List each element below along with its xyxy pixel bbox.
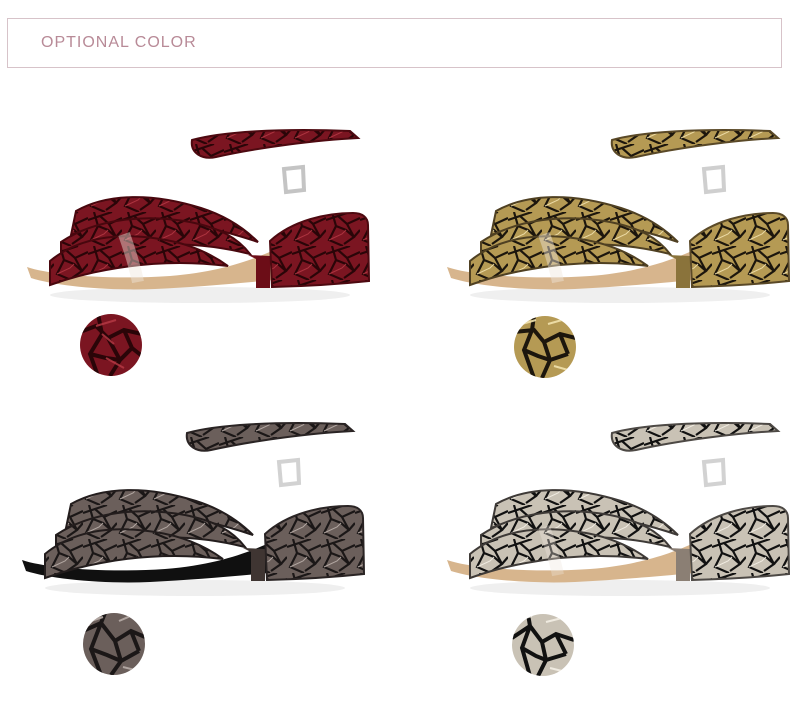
- shoe-gold: [440, 110, 790, 310]
- shoe-silver-black: [440, 403, 790, 603]
- silver-black-shoe-icon: [447, 422, 790, 596]
- gunmetal-cracked-swatch-icon: [83, 613, 145, 675]
- shoe-gunmetal: [15, 403, 375, 603]
- optional-color-title: OPTIONAL COLOR: [41, 34, 197, 51]
- gold-cracked-swatch-icon: [514, 316, 576, 378]
- gold-swatch: [514, 316, 576, 378]
- shoe-wine-red: [20, 110, 380, 310]
- gold-shoe-icon: [447, 129, 790, 303]
- gunmetal-shoe-icon: [22, 422, 366, 596]
- wine-red-cracked-swatch-icon: [80, 314, 142, 376]
- silver-black-swatch: [512, 614, 574, 676]
- wine-red-swatch: [80, 314, 142, 376]
- optional-color-banner: OPTIONAL COLOR: [7, 18, 782, 68]
- silver-black-cracked-swatch-icon: [512, 614, 574, 676]
- wine-red-shoe-icon: [27, 129, 371, 303]
- gunmetal-swatch: [83, 613, 145, 675]
